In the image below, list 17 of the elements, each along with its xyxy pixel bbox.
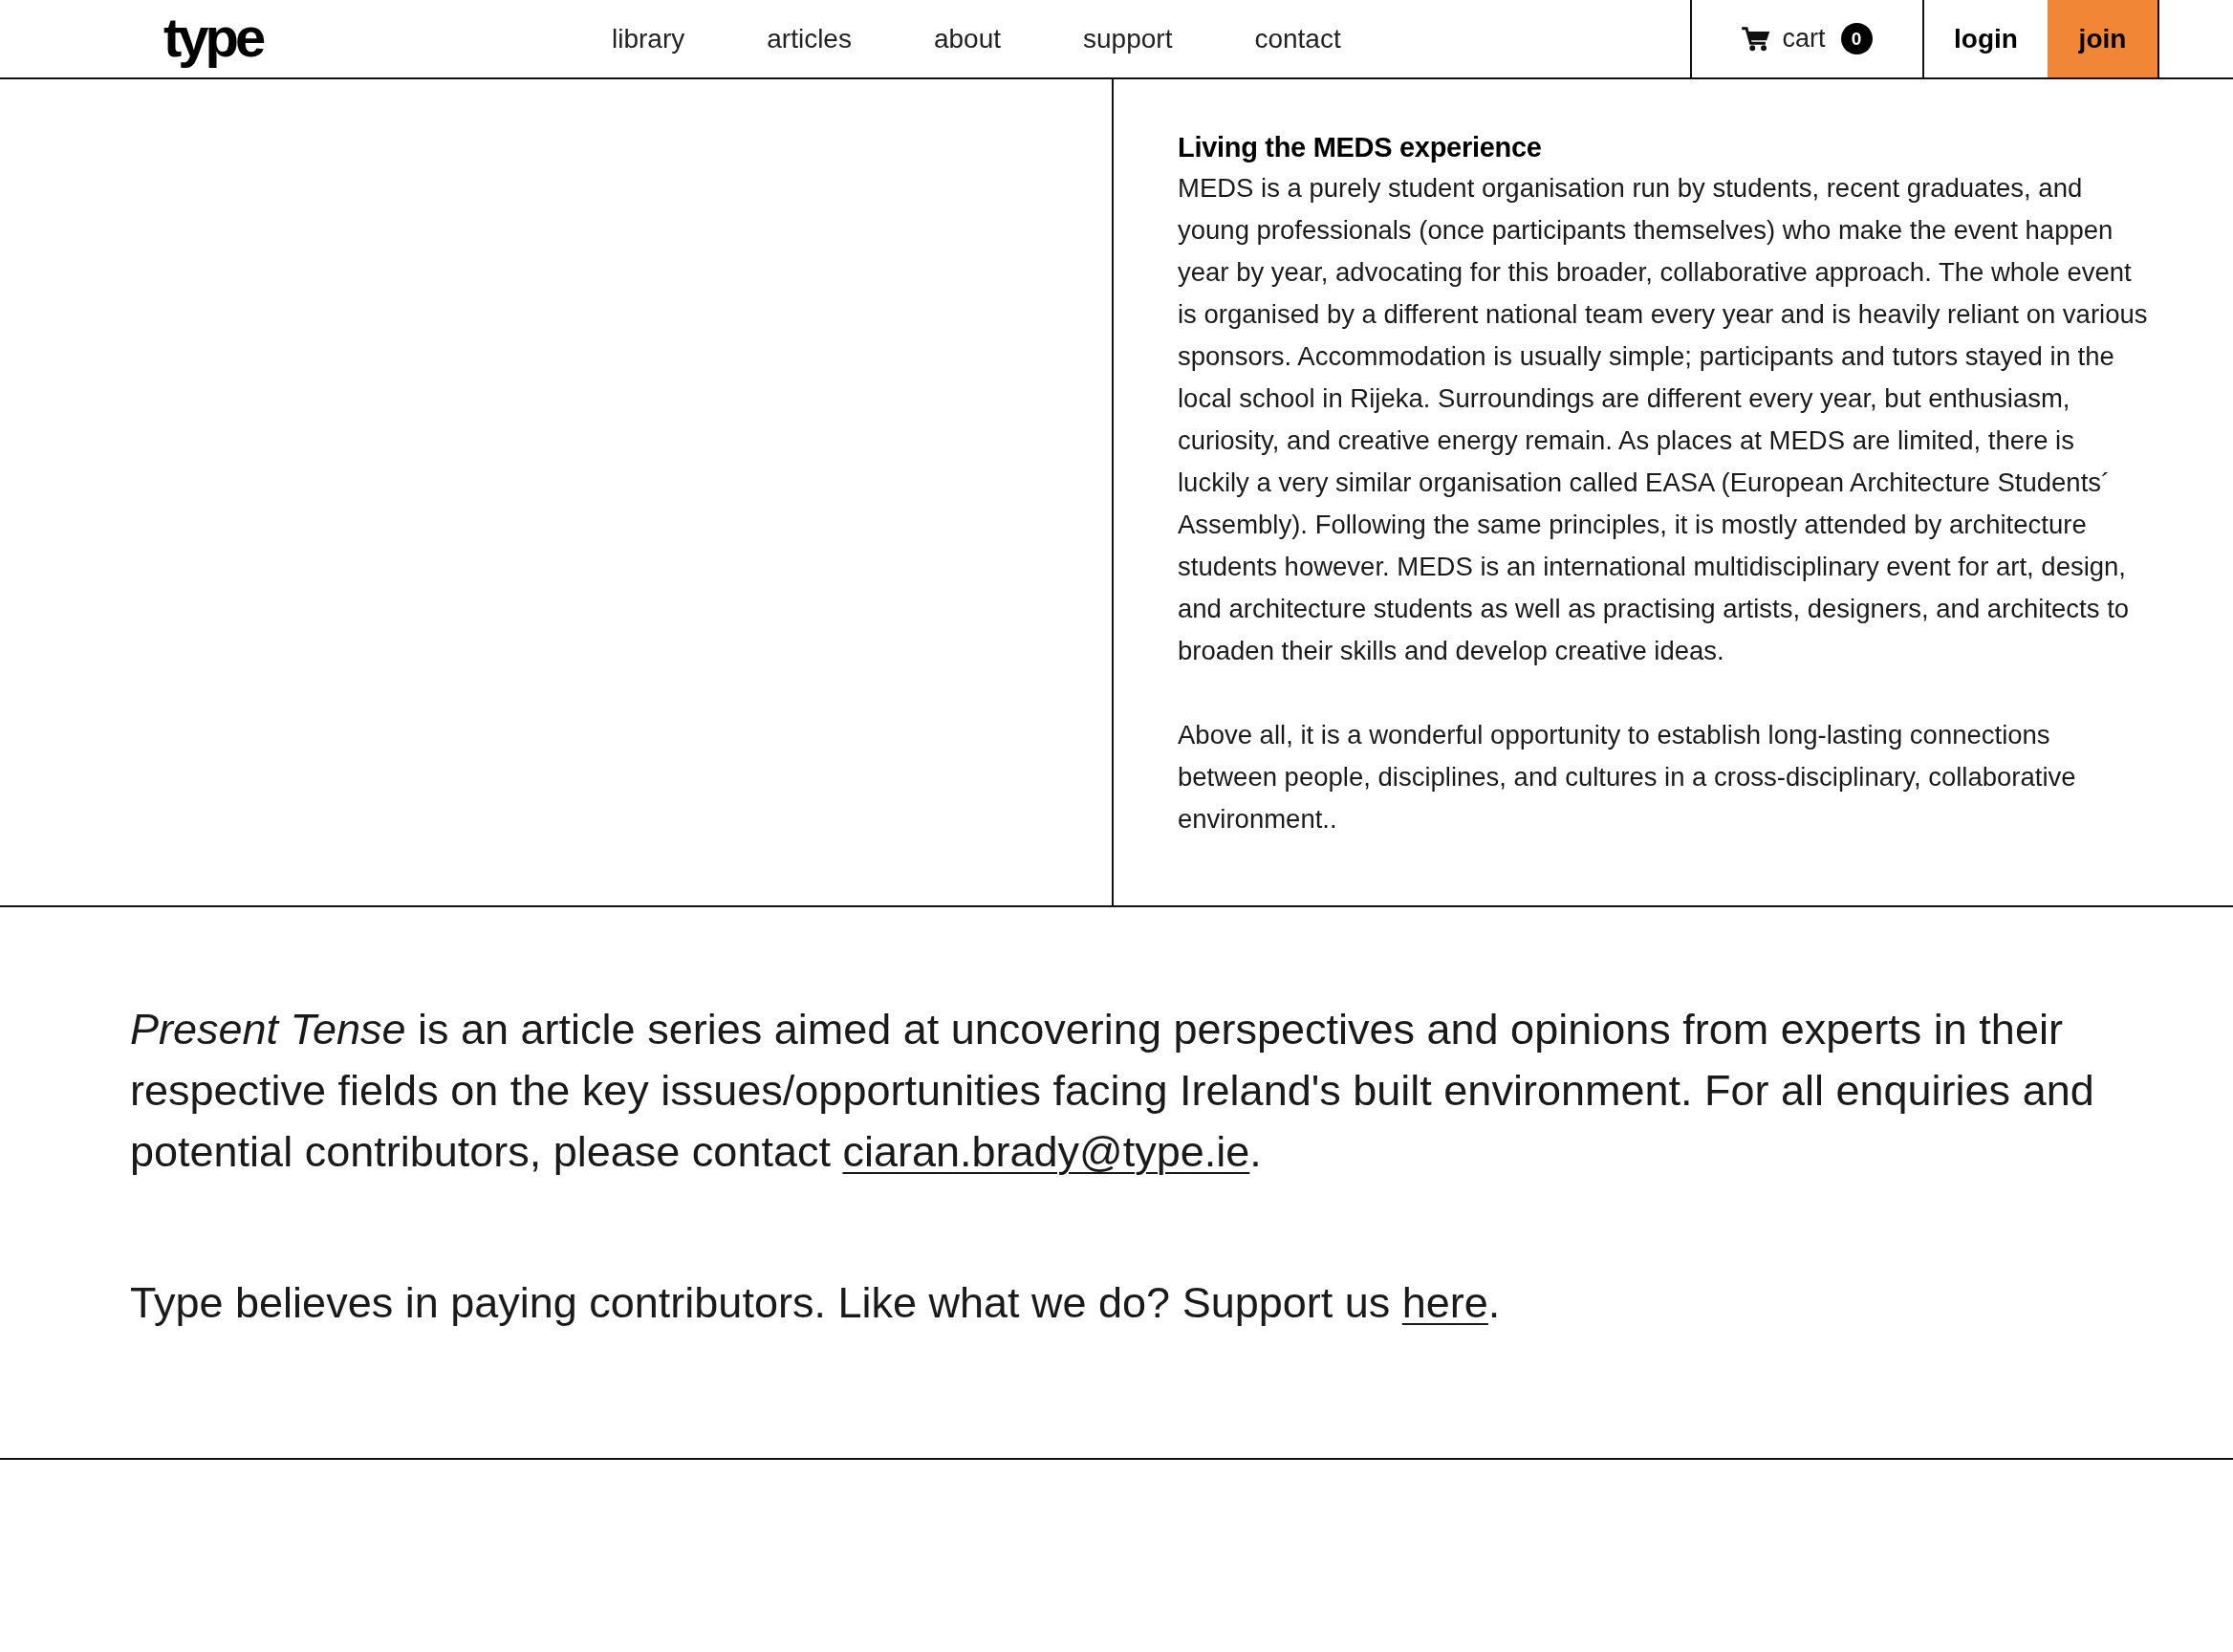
nav-link[interactable]: library bbox=[612, 23, 685, 54]
cart-count-badge: 0 bbox=[1840, 23, 1873, 54]
section-heading: Living the MEDS experience bbox=[1178, 131, 1543, 164]
nav-link[interactable]: contact bbox=[1254, 23, 1341, 54]
body-paragraph: Above all, it is a wonderful opportunity to establish long-lasting connections between people, disciplines, and cultures in a cross-disciplinary, collaborative environment.. bbox=[1178, 719, 2077, 836]
contributor-note: Type believes in paying contributors. Like what we do? Support us here. bbox=[130, 1277, 1502, 1329]
nav-link[interactable]: about bbox=[933, 23, 1001, 54]
text-link[interactable]: here bbox=[1401, 1278, 1488, 1327]
email-link[interactable]: ciaran.brady@type.ie bbox=[842, 1127, 1250, 1176]
join-button[interactable]: join bbox=[2048, 0, 2159, 77]
nav-link[interactable]: articles bbox=[767, 23, 852, 54]
site-logo[interactable]: type bbox=[163, 11, 263, 66]
cart-button[interactable]: cart 0 bbox=[1690, 0, 1922, 77]
cart-icon bbox=[1742, 26, 1771, 52]
series-description: Present Tense is an article series aimed at uncovering perspectives and opinions from experts in their respective fields on the key issues/opportunities facing Ireland's built environment. For all enquiries and potential contributors, please contact ciaran.brady@type.ie. bbox=[130, 1004, 2095, 1178]
nav-link[interactable]: support bbox=[1083, 23, 1173, 54]
body-paragraph: MEDS is a purely student organisation run by students, recent graduates, and young professionals (once participants themselves) who make the event happen year by year, advocating for this broader, collaborative approach. The whole event is organised by a different national team every year and is heavily reliant on various sponsors. Accommodation is usually simple; participants and tutors stayed in the local school in Rijeka. Surroundings are different every year, but enthusiasm, curiosity, and creative energy remain. As places at MEDS are limited, there is luckily a very similar organisation called EASA (European Architecture Students´ Assembly). Following the same principles, it is mostly attended by architecture students however. MEDS is an international multidisciplinary event for art, design, and architecture students as well as practising artists, designers, and architects to broaden their skills and develop creative ideas. bbox=[1178, 172, 2149, 667]
